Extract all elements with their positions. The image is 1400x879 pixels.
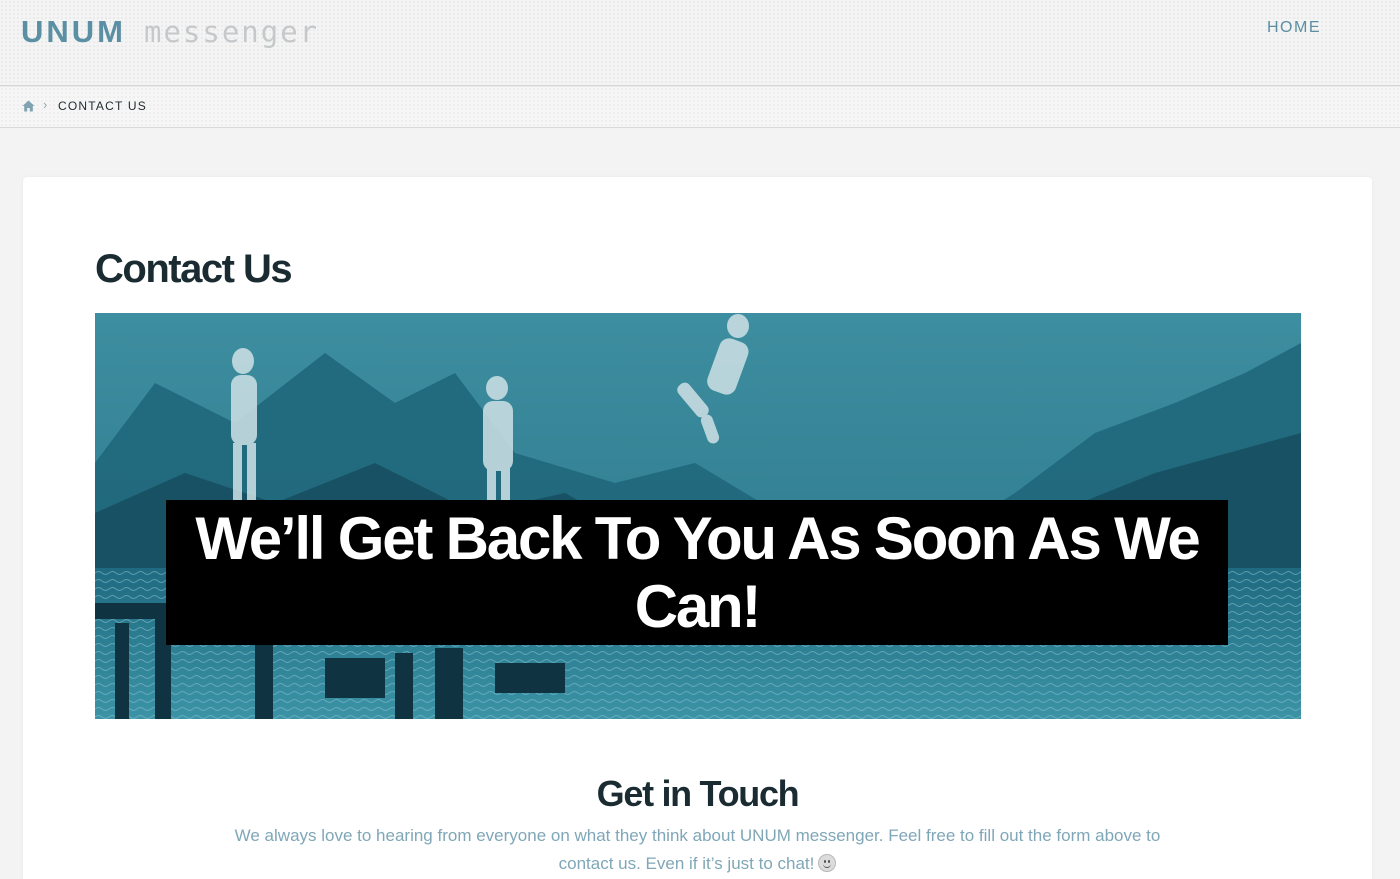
logo-primary-text: UNUM [21,14,126,49]
intro-paragraph: We always love to hearing from everyone … [227,822,1168,878]
breadcrumb-separator: › [43,97,48,112]
home-icon[interactable] [22,100,35,112]
breadcrumb-current: CONTACT US [58,99,147,113]
site-logo[interactable]: UNUM messenger [21,14,319,50]
content-card: Contact Us We’ll Get Back To You As Soon… [23,177,1372,879]
site-header: UNUM messenger HOME [0,0,1400,86]
intro-text: We always love to hearing from everyone … [234,826,1161,873]
breadcrumb: › CONTACT US [0,87,1400,128]
section-title: Get in Touch [596,773,800,814]
page-title: Contact Us [95,247,293,291]
nav-home-link[interactable]: HOME [1267,19,1321,37]
hero-caption: We’ll Get Back To You As Soon As We Can! [166,500,1228,645]
smiley-icon [818,854,837,872]
hero-image: We’ll Get Back To You As Soon As We Can! [95,313,1301,719]
logo-secondary-text: messenger [144,15,320,49]
hero-caption-text: We’ll Get Back To You As Soon As We Can! [195,504,1200,640]
